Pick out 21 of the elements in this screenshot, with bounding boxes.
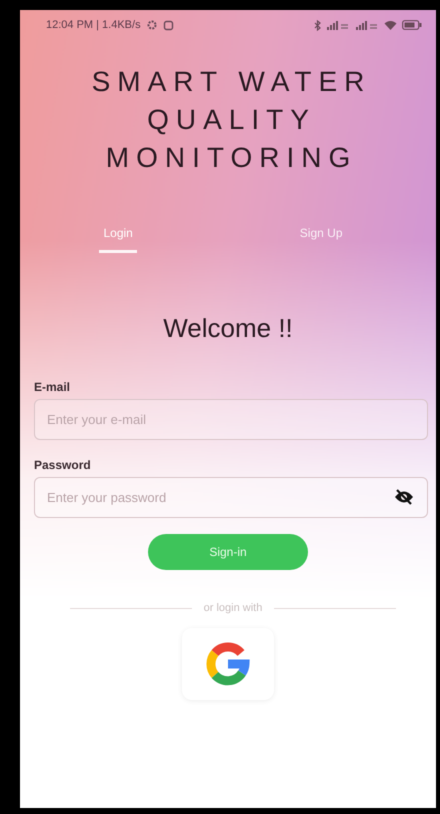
sign-in-button[interactable]: Sign-in [148,534,308,570]
input-field[interactable]: Enter your password [34,477,428,518]
wifi-icon [384,20,397,30]
welcome-heading: Welcome !! [162,313,294,344]
bluetooth-icon [314,20,321,30]
divider-text: or login with [204,602,262,614]
app-title: MONITORING [104,142,358,174]
tab[interactable]: Login [99,218,137,253]
field-label: Password [34,458,91,472]
eye-slash-icon[interactable] [394,489,414,505]
field-label: E-mail [34,380,70,394]
input-field[interactable]: Enter your e-mail [34,399,428,440]
g-logo-icon [205,641,251,687]
app-title: QUALITY [146,104,316,136]
signal-icon [326,20,350,30]
google-sign-in-button[interactable] [182,628,274,700]
tab[interactable]: Sign Up [296,218,346,253]
signal-icon [355,20,379,30]
app-title: SMART WATER [90,66,372,98]
battery-icon [402,20,422,30]
status-time: 12:04 PM | 1.4KB/s [46,19,141,31]
